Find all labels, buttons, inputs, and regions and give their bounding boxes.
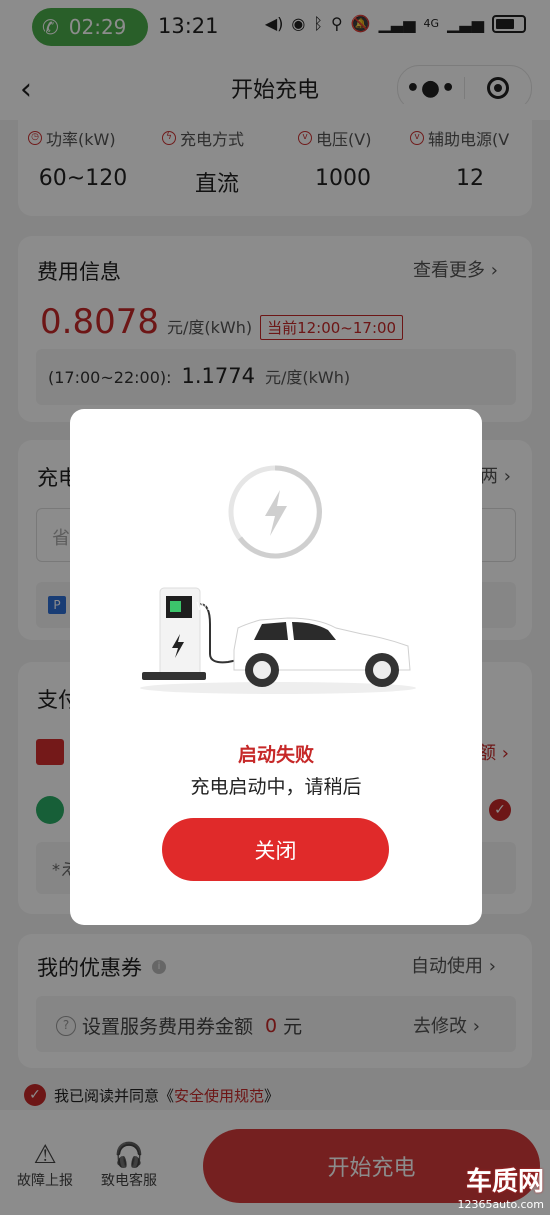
brand-watermark: 车质网 12365auto.com bbox=[457, 1167, 544, 1211]
dialog-title: 启动失败 bbox=[237, 744, 314, 766]
dialog-message: 充电启动中，请稍后 bbox=[190, 776, 362, 798]
modal-watermark: w.12365auto.com bbox=[196, 598, 321, 614]
close-button[interactable]: 关闭 bbox=[162, 818, 389, 881]
charging-progress-icon bbox=[228, 465, 322, 559]
